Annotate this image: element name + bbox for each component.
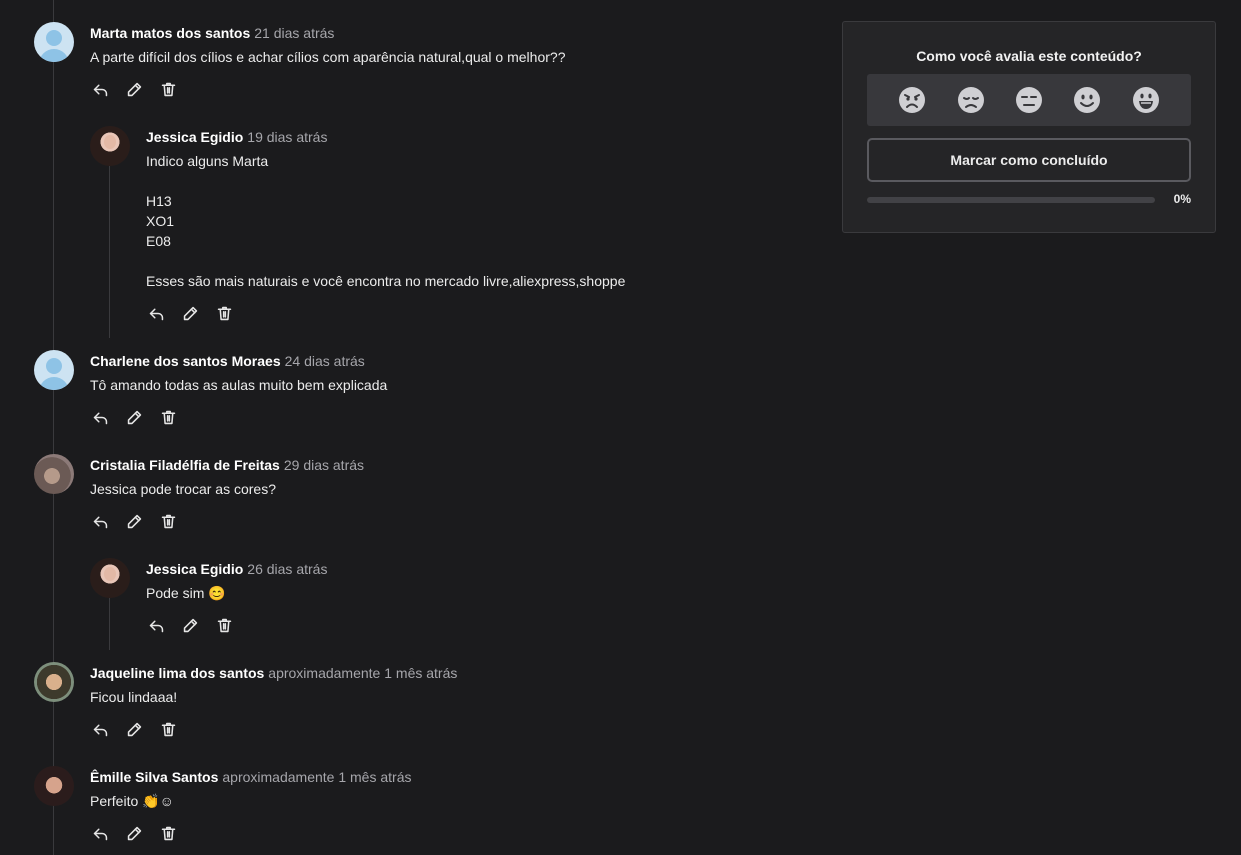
reply-icon[interactable] <box>92 511 126 531</box>
smile-face-icon[interactable] <box>1072 85 1102 115</box>
angry-face-icon[interactable] <box>897 85 927 115</box>
comment-text: Indico alguns Marta H13 XO1 E08 Esses sã… <box>146 153 626 289</box>
trash-icon[interactable] <box>160 79 194 99</box>
avatar[interactable] <box>34 22 74 62</box>
comment-text: A parte difícil dos cílios e achar cílio… <box>90 49 566 65</box>
comment-author[interactable]: Jaqueline lima dos santos <box>90 665 264 681</box>
mark-complete-button[interactable]: Marcar como concluído <box>867 138 1191 182</box>
progress-label: 0% <box>1173 192 1191 206</box>
avatar[interactable] <box>34 662 74 702</box>
neutral-face-icon[interactable] <box>1014 85 1044 115</box>
comment-time: aproximadamente 1 mês atrás <box>222 769 412 785</box>
trash-icon[interactable] <box>160 823 194 843</box>
reply-icon[interactable] <box>92 79 126 99</box>
comment-text: Jessica pode trocar as cores? <box>90 481 276 497</box>
comment-actions <box>92 823 411 843</box>
pencil-icon[interactable] <box>126 79 160 99</box>
pencil-icon[interactable] <box>182 303 216 323</box>
trash-icon[interactable] <box>160 719 194 739</box>
comment-actions <box>148 615 327 635</box>
reply-icon[interactable] <box>92 719 126 739</box>
comment-time: 26 dias atrás <box>247 561 328 577</box>
avatar[interactable] <box>90 126 130 166</box>
pencil-icon[interactable] <box>126 511 160 531</box>
thread-line <box>53 0 54 855</box>
comment-author[interactable]: Êmille Silva Santos <box>90 769 218 785</box>
reply-icon[interactable] <box>92 823 126 843</box>
comment-author[interactable]: Cristalia Filadélfia de Freitas <box>90 457 280 473</box>
rating-title: Como você avalia este conteúdo? <box>916 48 1142 64</box>
reply-icon[interactable] <box>148 615 182 635</box>
comment-actions <box>92 79 565 99</box>
sad-face-icon[interactable] <box>956 85 986 115</box>
comment-actions <box>92 407 387 427</box>
emoji-rating-bar <box>867 74 1191 126</box>
comment-author[interactable]: Charlene dos santos Moraes <box>90 353 281 369</box>
reply-icon[interactable] <box>148 303 182 323</box>
comment-author[interactable]: Marta matos dos santos <box>90 25 250 41</box>
trash-icon[interactable] <box>216 303 250 323</box>
rating-panel: Como você avalia este conteúdo? Marcar c… <box>842 21 1216 233</box>
trash-icon[interactable] <box>160 511 194 531</box>
comment-author[interactable]: Jessica Egidio <box>146 129 243 145</box>
pencil-icon[interactable] <box>126 823 160 843</box>
comment-actions <box>148 303 625 323</box>
pencil-icon[interactable] <box>126 719 160 739</box>
trash-icon[interactable] <box>216 615 250 635</box>
avatar[interactable] <box>34 766 74 806</box>
reply-icon[interactable] <box>92 407 126 427</box>
trash-icon[interactable] <box>160 407 194 427</box>
avatar[interactable] <box>90 558 130 598</box>
grin-face-icon[interactable] <box>1131 85 1161 115</box>
comment-time: 29 dias atrás <box>283 457 365 473</box>
comment-author[interactable]: Jessica Egidio <box>146 561 243 577</box>
reply-thread-line <box>109 598 110 650</box>
comment-actions <box>92 511 364 531</box>
progress-bar <box>867 197 1155 203</box>
comment-time: 21 dias atrás <box>254 25 335 41</box>
avatar[interactable] <box>34 350 74 390</box>
comment-text: Perfeito 👏☺ <box>90 793 174 809</box>
comment-actions <box>92 719 457 739</box>
comment-time: 24 dias atrás <box>284 353 365 369</box>
comment-text: Tô amando todas as aulas muito bem expli… <box>90 377 388 393</box>
comment-time: 19 dias atrás <box>247 129 328 145</box>
reply-thread-line <box>109 166 110 338</box>
pencil-icon[interactable] <box>126 407 160 427</box>
comment-text: Ficou lindaaa! <box>90 689 178 705</box>
comment-text: Pode sim 😊 <box>146 585 226 601</box>
avatar[interactable] <box>34 454 74 494</box>
pencil-icon[interactable] <box>182 615 216 635</box>
comment-time: aproximadamente 1 mês atrás <box>268 665 458 681</box>
